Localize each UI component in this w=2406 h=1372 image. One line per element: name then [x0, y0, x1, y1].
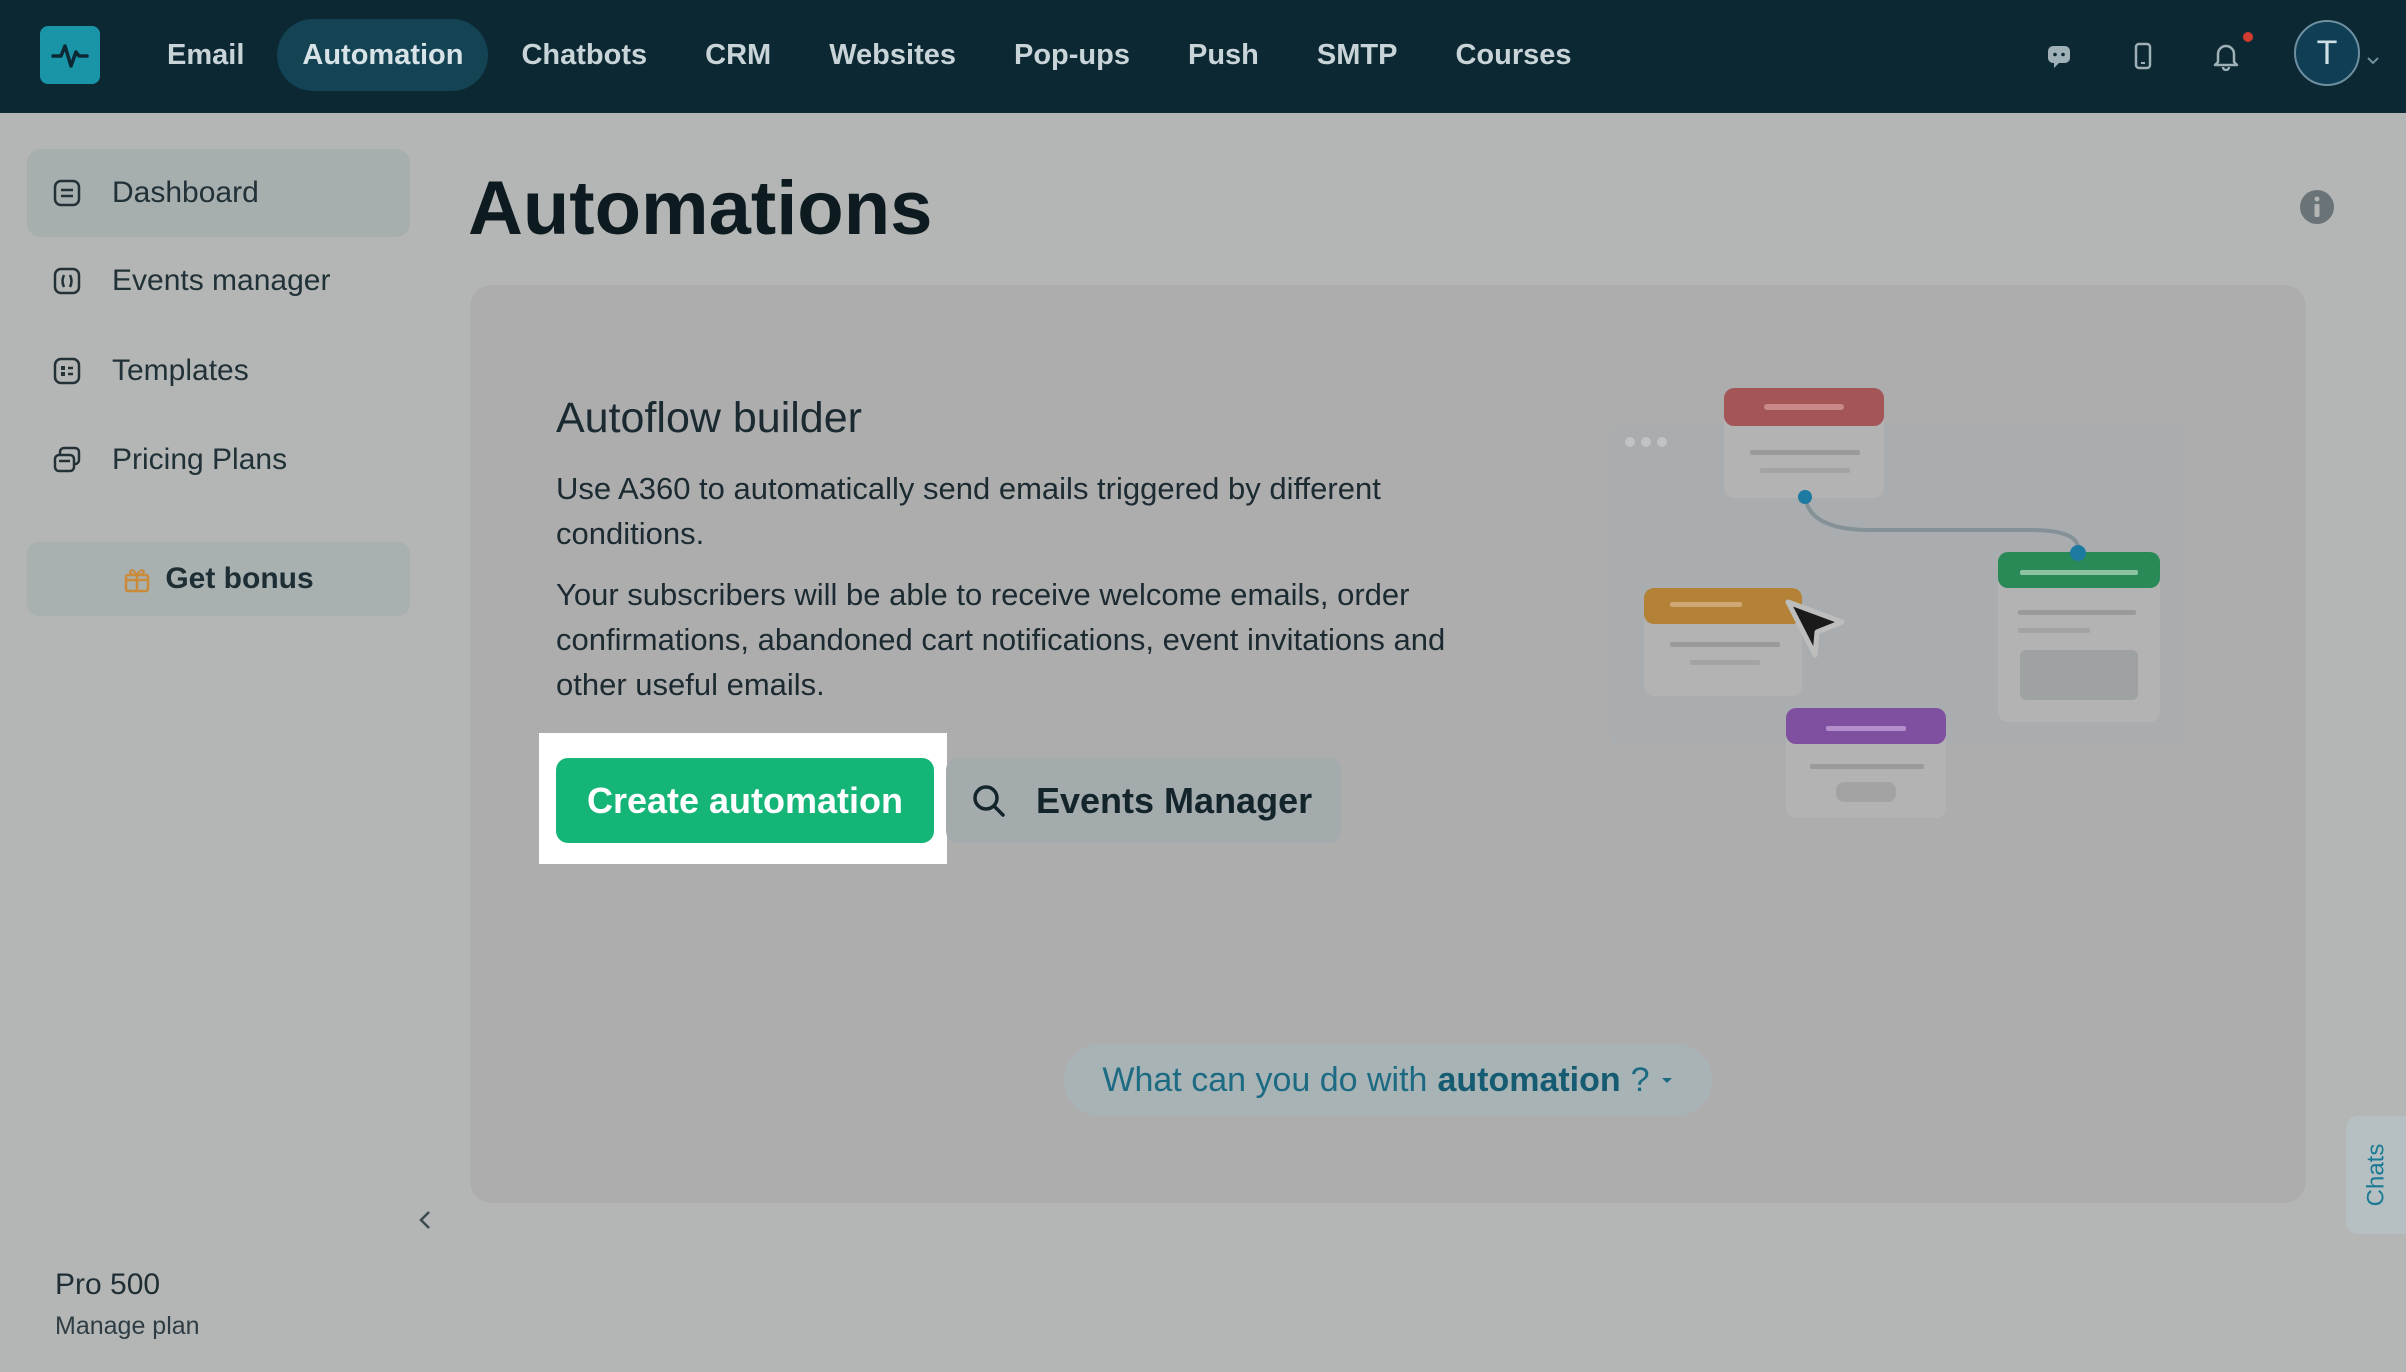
nav-chatbots[interactable]: Chatbots — [496, 19, 672, 91]
nav-courses[interactable]: Courses — [1430, 19, 1596, 91]
card-heading: Autoflow builder — [556, 394, 862, 442]
chevron-down-icon[interactable] — [2366, 52, 2380, 70]
autoflow-illustration — [1610, 380, 2190, 865]
plan-name: Pro 500 — [55, 1268, 161, 1301]
events-manager-label: Events Manager — [1036, 779, 1313, 821]
events-manager-button[interactable]: Events Manager — [946, 758, 1341, 843]
top-navigation-bar: Email Automation Chatbots CRM Websites P… — [0, 0, 2406, 113]
events-icon — [52, 266, 82, 296]
chats-tab[interactable]: Chats — [2346, 1116, 2406, 1234]
nav-automation[interactable]: Automation — [277, 19, 489, 91]
dashboard-icon — [52, 178, 82, 208]
card-description-secondary: Your subscribers will be able to receive… — [556, 577, 1446, 702]
nav-smtp[interactable]: SMTP — [1292, 19, 1423, 91]
nav-push[interactable]: Push — [1163, 19, 1284, 91]
sidebar-item-events-manager[interactable]: Events manager — [27, 237, 410, 325]
manage-plan-link[interactable]: Manage plan — [55, 1312, 200, 1341]
sidebar-item-label: Dashboard — [112, 176, 259, 209]
app-logo-icon[interactable] — [40, 26, 100, 84]
help-pill-prefix: What can you do with — [1102, 1060, 1428, 1099]
chat-icon[interactable] — [2037, 34, 2081, 78]
mobile-icon[interactable] — [2121, 34, 2165, 78]
sidebar-item-dashboard[interactable]: Dashboard — [27, 149, 410, 237]
get-bonus-button[interactable]: Get bonus — [27, 542, 410, 616]
pricing-icon — [52, 445, 82, 475]
get-bonus-label: Get bonus — [165, 562, 314, 595]
sidebar-item-templates[interactable]: Templates — [27, 327, 410, 415]
info-icon[interactable] — [2298, 188, 2336, 231]
chats-tab-label: Chats — [2362, 1143, 2390, 1207]
chevron-down-icon — [1660, 1075, 1674, 1085]
sidebar-item-label: Events manager — [112, 264, 331, 297]
nav-websites[interactable]: Websites — [804, 19, 981, 91]
collapse-sidebar-icon[interactable] — [415, 1205, 435, 1240]
what-can-you-do-dropdown[interactable]: What can you do with automation ? — [1064, 1044, 1712, 1116]
nav-crm[interactable]: CRM — [680, 19, 796, 91]
help-pill-keyword: automation — [1437, 1060, 1621, 1099]
bell-icon[interactable] — [2204, 34, 2248, 78]
card-description: Use A360 to automatically send emails tr… — [556, 471, 1381, 551]
create-automation-button[interactable]: Create automation — [556, 758, 934, 843]
main-nav: Email Automation Chatbots CRM Websites P… — [142, 19, 1605, 91]
gift-icon — [123, 565, 151, 593]
nav-popups[interactable]: Pop-ups — [989, 19, 1155, 91]
templates-icon — [52, 356, 82, 386]
notification-dot — [2243, 32, 2253, 42]
avatar[interactable]: T — [2294, 20, 2360, 86]
nav-email[interactable]: Email — [142, 19, 269, 91]
help-pill-suffix: ? — [1630, 1060, 1650, 1099]
page-title: Automations — [468, 166, 933, 251]
sidebar-item-label: Templates — [112, 354, 249, 387]
sidebar-item-pricing-plans[interactable]: Pricing Plans — [27, 416, 410, 504]
sidebar-item-label: Pricing Plans — [112, 443, 288, 476]
search-icon — [970, 782, 1008, 820]
